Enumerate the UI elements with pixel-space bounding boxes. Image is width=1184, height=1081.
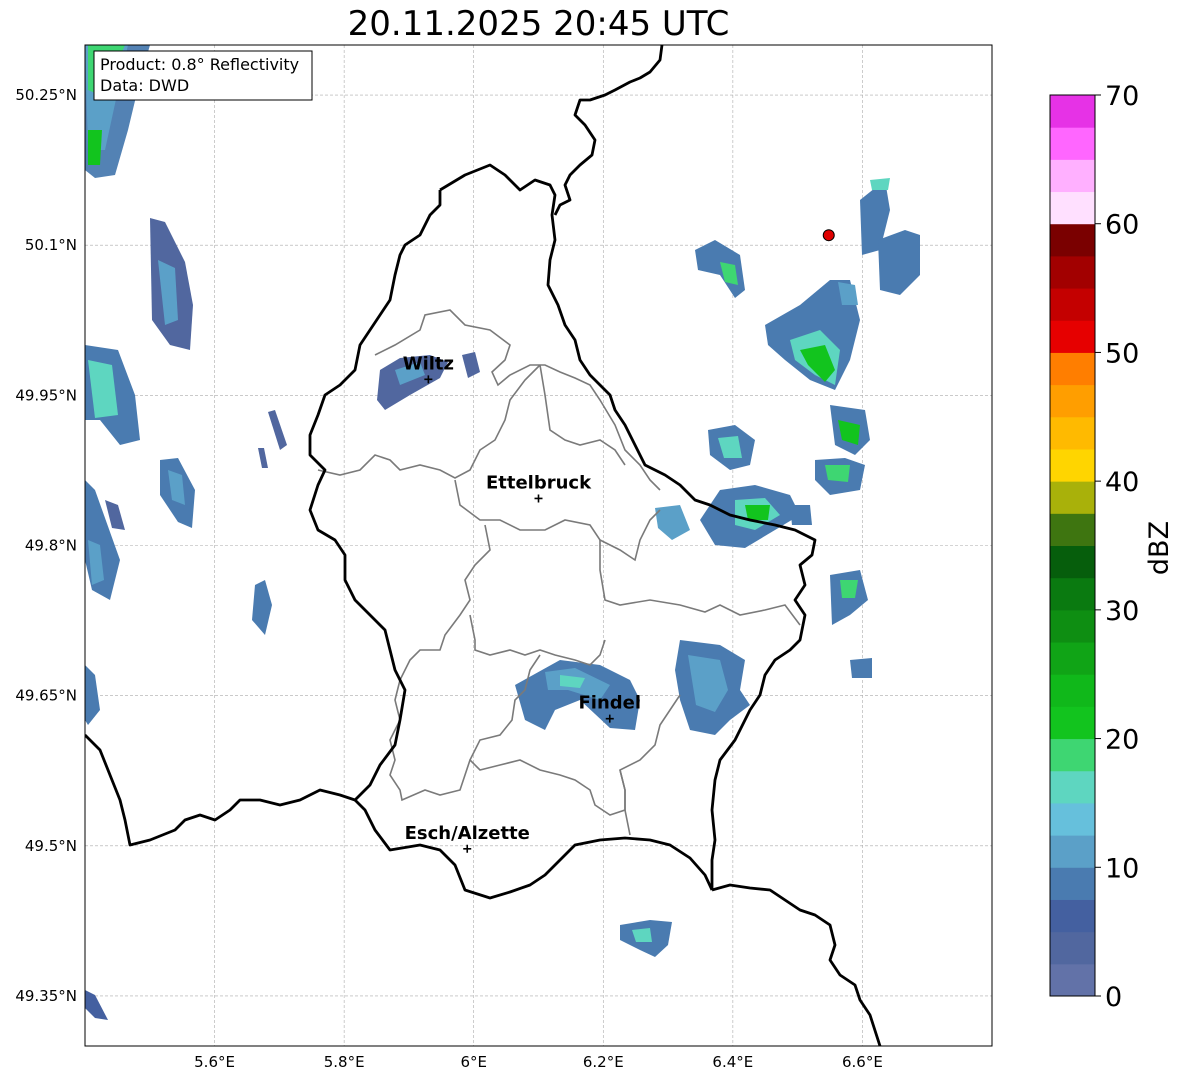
- echo-cell: [790, 505, 812, 525]
- colorbar-swatch: [1050, 899, 1095, 933]
- colorbar-tick-label: 50: [1105, 338, 1139, 369]
- echo-cell: [870, 178, 890, 190]
- city-label: Findel: [578, 693, 641, 714]
- y-axis-ticks: 50.25°N 50.1°N 49.95°N 49.8°N 49.65°N 49.5°N 4…: [15, 86, 77, 1005]
- y-tick-label: 50.25°N: [15, 86, 77, 104]
- x-tick-label: 6.4°E: [712, 1053, 753, 1071]
- x-tick-label: 5.6°E: [194, 1053, 235, 1071]
- radar-site-marker: [822, 229, 835, 242]
- colorbar-swatch: [1050, 545, 1095, 579]
- colorbar-tick-label: 70: [1105, 81, 1139, 112]
- colorbar-swatch: [1050, 642, 1095, 675]
- colorbar-swatch: [1050, 577, 1095, 611]
- colorbar-tick-label: 60: [1105, 210, 1139, 241]
- y-tick-label: 50.1°N: [25, 236, 77, 254]
- colorbar-swatch: [1050, 706, 1095, 740]
- colorbar-swatch: [1050, 191, 1095, 225]
- y-tick-label: 49.95°N: [15, 386, 77, 404]
- colorbar: 0 10 20 30 40 50 60 70 dBZ: [1049, 81, 1175, 1013]
- colorbar-ticks: 0 10 20 30 40 50 60 70: [1095, 81, 1139, 1013]
- x-tick-label: 6.2°E: [583, 1053, 624, 1071]
- x-tick-label: 6.6°E: [842, 1053, 883, 1071]
- colorbar-swatch: [1050, 384, 1095, 418]
- colorbar-swatch: [1050, 963, 1095, 997]
- info-box: Product: 0.8° Reflectivity Data: DWD: [93, 50, 313, 101]
- info-product: Product: 0.8° Reflectivity: [100, 55, 299, 74]
- colorbar-tick-label: 10: [1105, 853, 1139, 884]
- city-label: Wiltz: [403, 353, 454, 374]
- colorbar-swatch: [1050, 931, 1095, 965]
- echo-cell: [850, 658, 872, 678]
- y-tick-label: 49.5°N: [25, 837, 77, 855]
- colorbar-swatch: [1050, 448, 1095, 482]
- echo-cell: [825, 465, 850, 482]
- colorbar-swatch: [1050, 674, 1095, 707]
- city-label: Esch/Alzette: [405, 823, 530, 844]
- colorbar-swatch: [1050, 288, 1095, 321]
- info-data-source: Data: DWD: [100, 76, 189, 95]
- colorbar-swatch: [1050, 95, 1095, 128]
- colorbar-swatches: [1050, 95, 1095, 997]
- colorbar-label: dBZ: [1144, 521, 1175, 575]
- colorbar-swatch: [1050, 867, 1095, 900]
- colorbar-swatch: [1050, 481, 1095, 514]
- colorbar-swatch: [1050, 255, 1095, 289]
- colorbar-tick-label: 40: [1105, 467, 1139, 498]
- colorbar-tick-label: 30: [1105, 596, 1139, 627]
- echo-cell: [88, 130, 102, 165]
- colorbar-swatch: [1050, 159, 1095, 193]
- radar-figure: Wiltz Ettelbruck Findel Esch/Alzette Produc…: [15, 44, 1175, 1071]
- y-tick-label: 49.8°N: [25, 537, 77, 555]
- colorbar-swatch: [1050, 223, 1095, 257]
- colorbar-tick-label: 20: [1105, 725, 1139, 756]
- colorbar-swatch: [1050, 770, 1095, 804]
- colorbar-swatch: [1050, 802, 1095, 836]
- colorbar-tick-label: 0: [1105, 982, 1122, 1013]
- colorbar-swatch: [1050, 320, 1095, 353]
- x-axis-ticks: 5.6°E 5.8°E 6°E 6.2°E 6.4°E 6.6°E: [194, 1053, 883, 1071]
- colorbar-swatch: [1050, 352, 1095, 386]
- colorbar-swatch: [1050, 835, 1095, 868]
- x-tick-label: 6°E: [460, 1053, 487, 1071]
- map-area: Wiltz Ettelbruck Findel Esch/Alzette: [85, 45, 992, 1046]
- echo-cell: [840, 580, 858, 598]
- colorbar-swatch: [1050, 738, 1095, 772]
- colorbar-swatch: [1050, 416, 1095, 450]
- y-tick-label: 49.65°N: [15, 687, 77, 705]
- y-tick-label: 49.35°N: [15, 987, 77, 1005]
- colorbar-swatch: [1050, 609, 1095, 643]
- echo-cell: [745, 505, 770, 520]
- city-label: Ettelbruck: [486, 472, 592, 493]
- colorbar-swatch: [1050, 127, 1095, 160]
- x-tick-label: 5.8°E: [324, 1053, 365, 1071]
- colorbar-swatch: [1050, 513, 1095, 546]
